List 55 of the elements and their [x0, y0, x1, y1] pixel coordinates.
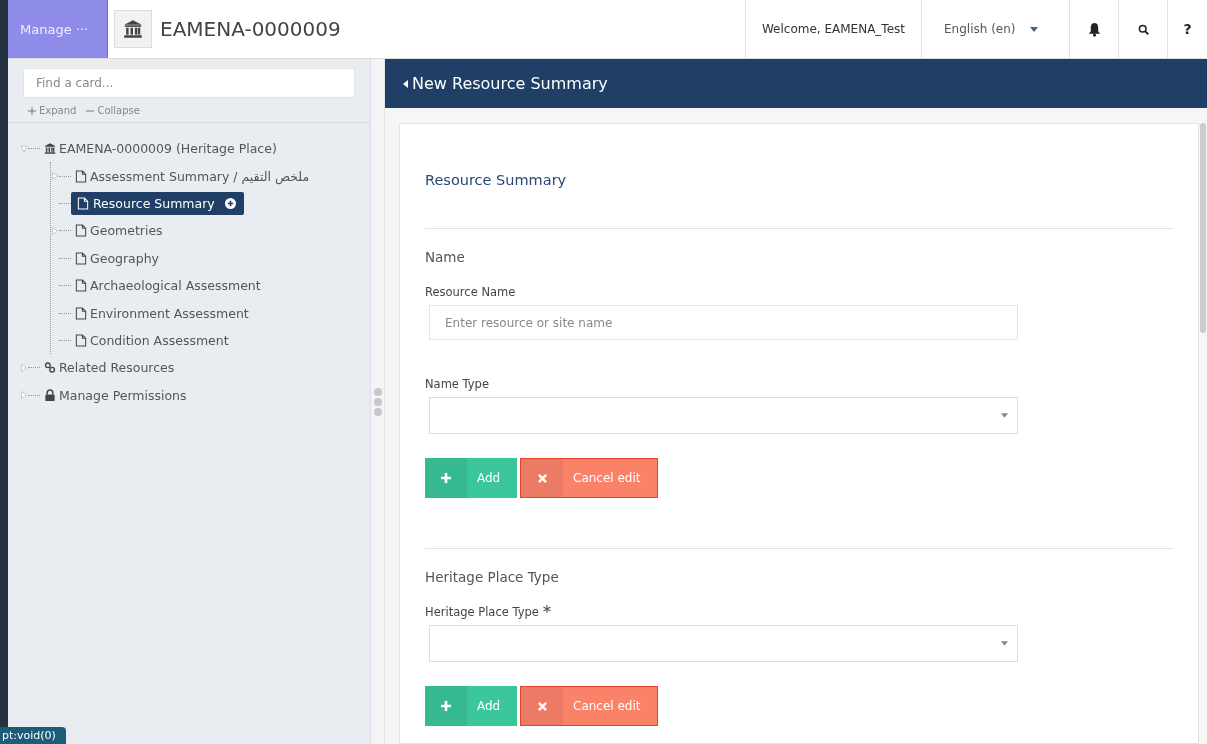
section-title: Heritage Place Type [425, 569, 560, 585]
document-icon [75, 224, 87, 238]
link-icon [44, 361, 56, 375]
back-link[interactable]: New Resource Summary [403, 74, 608, 93]
building-icon [123, 19, 143, 39]
resource-type-button[interactable] [114, 10, 152, 48]
tree-item[interactable]: Environment Assessment [71, 302, 253, 324]
tree-item[interactable]: Geography [71, 247, 163, 269]
field-label: Name Type [425, 377, 490, 391]
plus-icon [441, 701, 451, 711]
caret-icon [1001, 413, 1008, 418]
card-title: Resource Summary [425, 171, 568, 190]
tree-item[interactable]: Geometries [71, 220, 167, 242]
search-icon [1137, 23, 1149, 35]
building-icon [44, 142, 56, 156]
plus-icon [441, 473, 451, 483]
tree-item[interactable]: Archaeological Assessment [71, 275, 265, 297]
document-icon [75, 333, 87, 347]
required-asterisk-icon [542, 605, 551, 613]
tree-item[interactable]: Resource Summary [71, 191, 244, 215]
tree-item[interactable]: Condition Assessment [71, 329, 233, 351]
tree-item[interactable]: Related Resources [40, 357, 179, 379]
text-field[interactable]: Enter resource or site name [429, 305, 1018, 340]
document-icon [75, 251, 87, 265]
caret-icon [1001, 641, 1008, 646]
caret-left-icon [403, 79, 408, 88]
expand-toggle-icon[interactable] [21, 363, 27, 372]
field-label: Heritage Place Type [425, 605, 1173, 619]
scrollbar[interactable] [1200, 123, 1206, 333]
tree-item[interactable]: Assessment Summary / ملخص التقيم [71, 165, 314, 187]
collapse-toggle-icon[interactable] [21, 144, 27, 153]
section-title: Name [425, 249, 466, 265]
tree-item[interactable]: Manage Permissions [40, 384, 191, 406]
close-icon [537, 473, 547, 483]
expand-toggle-icon[interactable] [52, 226, 58, 235]
search-field[interactable]: Find a card... [23, 68, 355, 98]
close-icon [537, 701, 547, 711]
expand-toggle-icon[interactable] [52, 172, 58, 181]
add-circle-icon [224, 197, 236, 209]
plus-icon [28, 106, 36, 115]
status-bar-url: pt:void(0) [0, 727, 66, 744]
dropdown-field[interactable] [429, 625, 1018, 662]
field-label: Resource Name [425, 285, 517, 299]
tree-item[interactable]: EAMENA-0000009 (Heritage Place) [40, 138, 281, 160]
document-icon [75, 279, 87, 293]
expand-toggle-icon[interactable] [21, 391, 27, 400]
drag-handle-icon[interactable] [372, 386, 383, 417]
document-icon [77, 196, 89, 210]
lock-icon [44, 388, 56, 402]
document-icon [75, 306, 87, 320]
document-icon [75, 169, 87, 183]
bell-icon [1087, 21, 1101, 37]
dropdown-field[interactable] [429, 397, 1018, 434]
caret-icon [1029, 26, 1038, 32]
resource-title: EAMENA-0000009 [160, 17, 341, 41]
